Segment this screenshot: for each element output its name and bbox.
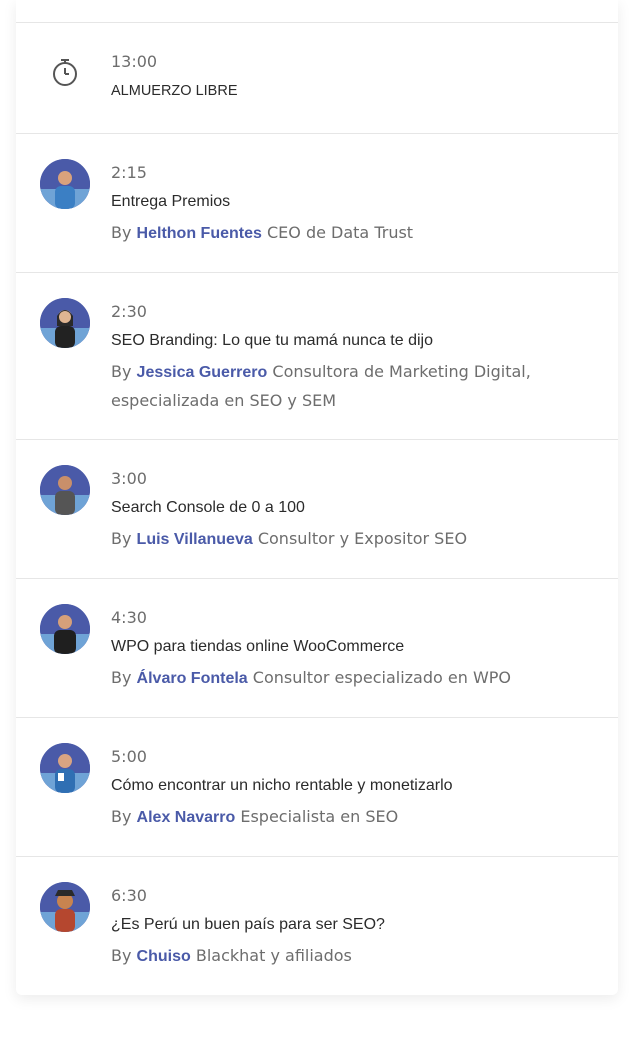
by-label: By <box>111 362 132 381</box>
by-label: By <box>111 946 132 965</box>
session-title: ¿Es Perú un buen país para ser SEO? <box>111 916 385 933</box>
speaker-name-link[interactable]: Alex Navarro <box>137 809 236 826</box>
speaker-line: By Jessica Guerrero Consultora de Market… <box>111 358 598 415</box>
session-title: WPO para tiendas online WooCommerce <box>111 638 405 655</box>
agenda-item: 3:00 Search Console de 0 a 100 By Luis V… <box>16 440 618 579</box>
speaker-name-link[interactable]: Helthon Fuentes <box>137 225 262 242</box>
agenda-item: 4:30 WPO para tiendas online WooCommerce… <box>16 579 618 718</box>
by-label: By <box>111 807 132 826</box>
speaker-line: By Chuiso Blackhat y afiliados <box>111 942 598 971</box>
speaker-avatar <box>40 159 90 209</box>
speaker-line: By Álvaro Fontela Consultor especializad… <box>111 664 598 693</box>
by-label: By <box>111 529 132 548</box>
session-title: ALMUERZO LIBRE <box>111 83 238 99</box>
agenda-item: 6:30 ¿Es Perú un buen país para ser SEO?… <box>16 857 618 995</box>
session-title: SEO Branding: Lo que tu mamá nunca te di… <box>111 332 433 349</box>
session-title: Search Console de 0 a 100 <box>111 499 305 516</box>
speaker-name-link[interactable]: Jessica Guerrero <box>137 364 268 381</box>
session-time: 2:15 <box>111 163 147 182</box>
by-label: By <box>111 223 132 242</box>
speaker-role: Especialista en SEO <box>240 807 399 826</box>
agenda-item-lunch: 13:00 ALMUERZO LIBRE <box>16 23 618 134</box>
speaker-role: Consultor y Expositor SEO <box>257 529 468 548</box>
speaker-avatar <box>40 604 90 654</box>
speaker-avatar <box>40 882 90 932</box>
speaker-line: By Alex Navarro Especialista en SEO <box>111 803 598 832</box>
session-time: 5:00 <box>111 747 147 766</box>
by-label: By <box>111 668 132 687</box>
speaker-avatar <box>40 743 90 793</box>
session-title: Entrega Premios <box>111 193 231 210</box>
speaker-line: By Helthon Fuentes CEO de Data Trust <box>111 219 598 248</box>
speaker-role: CEO de Data Trust <box>266 223 414 242</box>
speaker-name-link[interactable]: Álvaro Fontela <box>137 670 248 687</box>
session-time: 6:30 <box>111 886 147 905</box>
speaker-name-link[interactable]: Chuiso <box>137 948 191 965</box>
session-time: 4:30 <box>111 608 147 627</box>
speaker-line: By Luis Villanueva Consultor y Expositor… <box>111 525 598 554</box>
speaker-avatar <box>40 465 90 515</box>
speaker-name-link[interactable]: Luis Villanueva <box>137 531 253 548</box>
session-time: 2:30 <box>111 302 147 321</box>
speaker-role: Blackhat y afiliados <box>195 946 352 965</box>
stopwatch-icon <box>53 59 77 86</box>
speaker-avatar <box>40 298 90 348</box>
agenda-item: 2:15 Entrega Premios By Helthon Fuentes … <box>16 134 618 273</box>
session-title: Cómo encontrar un nicho rentable y monet… <box>111 777 453 794</box>
agenda-item: 5:00 Cómo encontrar un nicho rentable y … <box>16 718 618 857</box>
agenda-card: 13:00 ALMUERZO LIBRE 2:15 Entrega Premio… <box>16 0 618 995</box>
session-time: 3:00 <box>111 469 147 488</box>
speaker-role: Consultor especializado en WPO <box>252 668 512 687</box>
agenda-item: 2:30 SEO Branding: Lo que tu mamá nunca … <box>16 273 618 440</box>
session-time: 13:00 <box>111 52 158 71</box>
